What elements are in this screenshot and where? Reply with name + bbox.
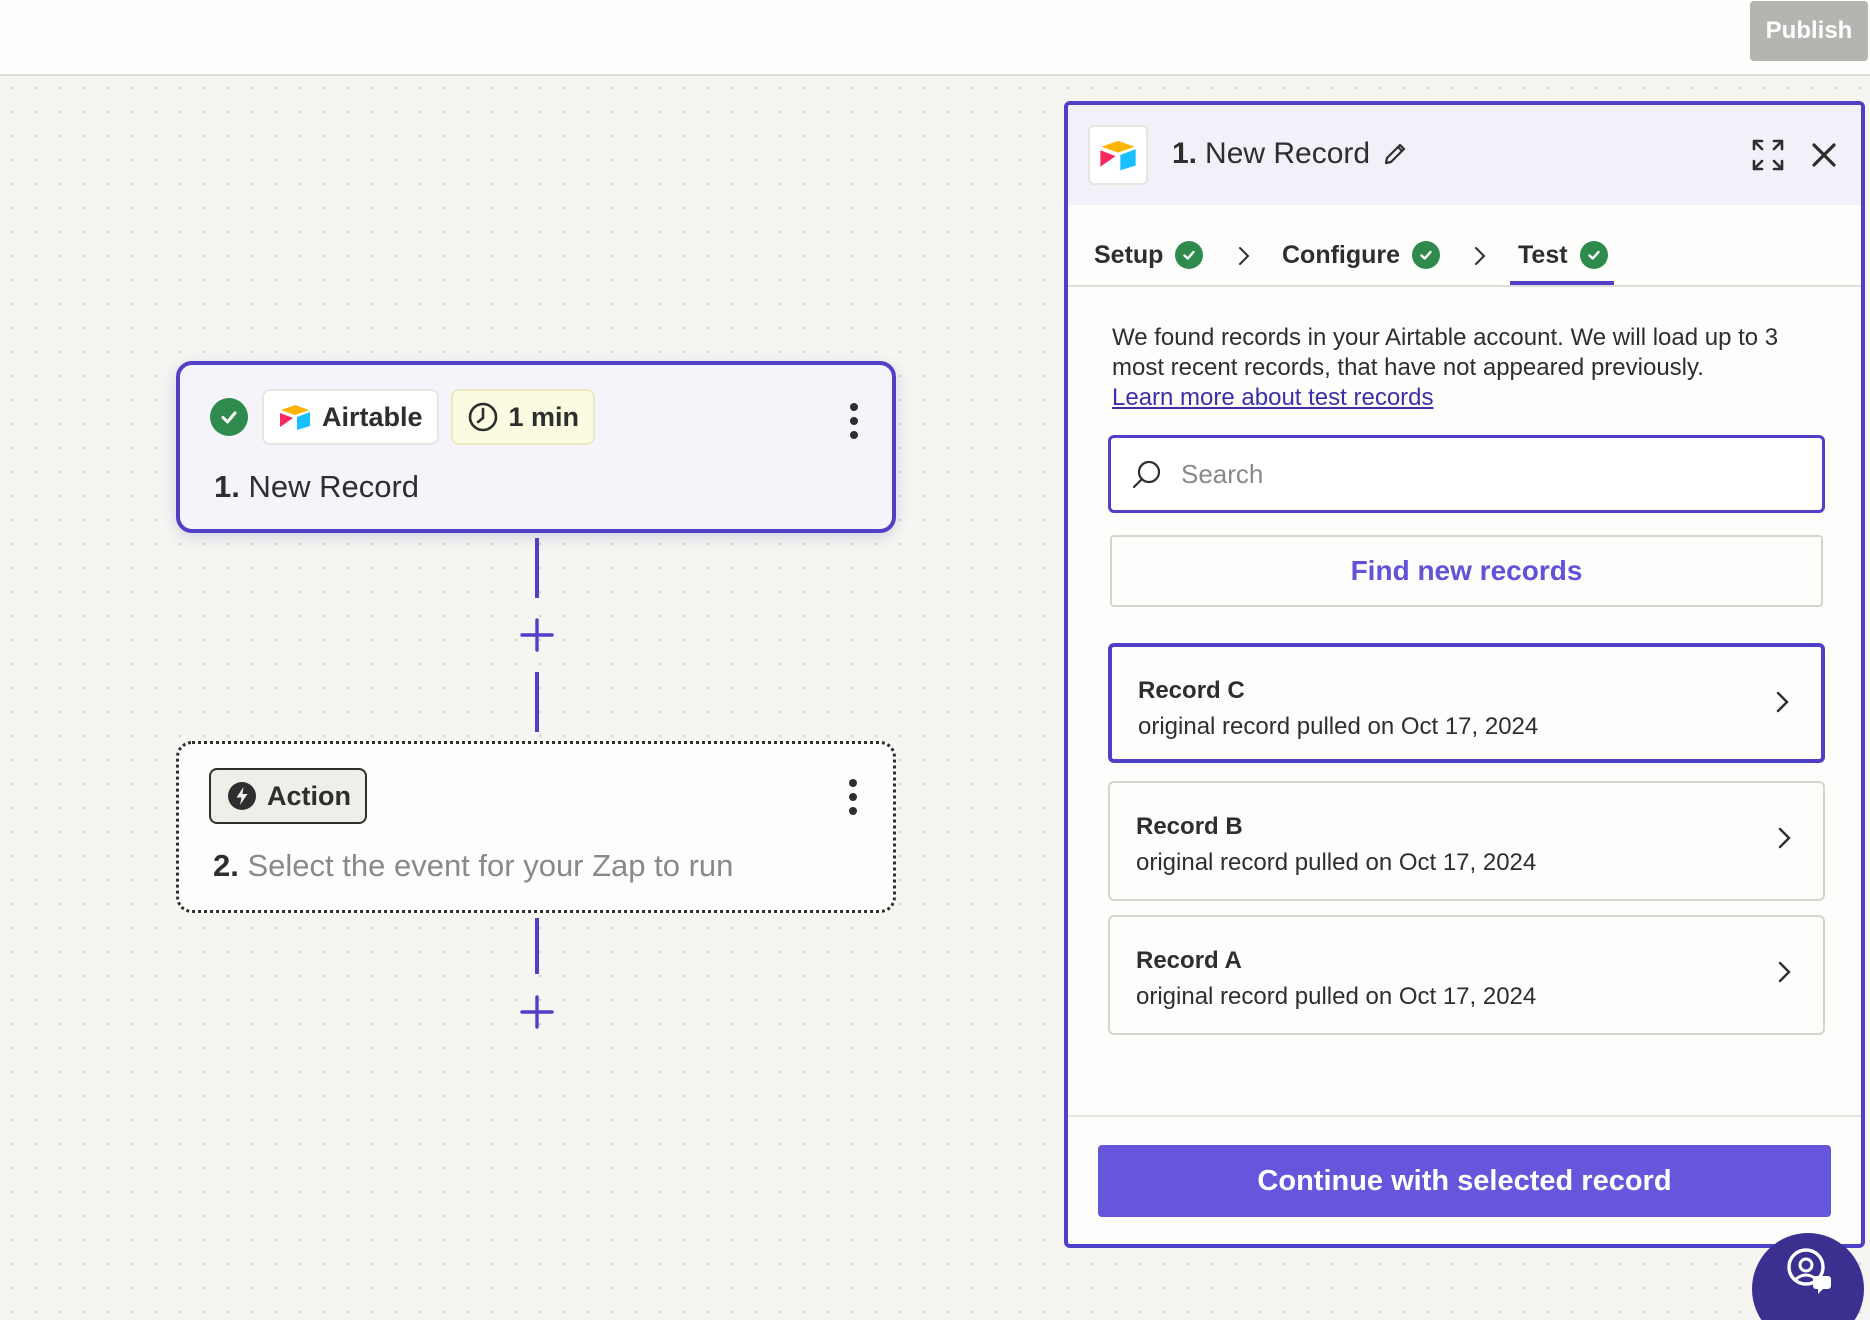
record-meta: original record pulled on Oct 17, 2024 — [1136, 983, 1537, 1010]
test-info-text: We found records in your Airtable accoun… — [1112, 323, 1832, 413]
step-title-text: Select the event for your Zap to run — [247, 848, 734, 883]
info-message: We found records in your Airtable accoun… — [1112, 324, 1779, 381]
chevron-right-icon — [1778, 827, 1791, 849]
record-name: Record C — [1138, 677, 1245, 704]
trigger-step-card[interactable]: Airtable 1 min 1. New Record — [176, 361, 896, 533]
top-bar: Publish — [0, 0, 1870, 76]
continue-with-selected-record-button[interactable]: Continue with selected record — [1098, 1145, 1831, 1217]
check-circle-icon — [1412, 241, 1441, 269]
tab-test[interactable]: Test — [1518, 225, 1608, 285]
time-chip: 1 min — [450, 389, 596, 445]
action-step-title: 2. Select the event for your Zap to run — [213, 848, 733, 884]
connector-line — [535, 538, 539, 598]
step-title-text: New Record — [248, 469, 420, 504]
action-step-card[interactable]: Action 2. Select the event for your Zap … — [176, 741, 896, 913]
active-tab-indicator — [1510, 281, 1614, 285]
app-chip: Airtable — [262, 389, 439, 445]
connector-line — [535, 672, 539, 732]
check-circle-icon — [210, 398, 248, 436]
check-circle-icon — [1175, 241, 1204, 269]
kebab-menu-icon[interactable] — [843, 777, 863, 817]
plus-icon[interactable] — [519, 617, 555, 653]
panel-title[interactable]: 1. New Record — [1172, 137, 1408, 171]
help-icon — [1787, 1248, 1831, 1294]
chevron-right-icon — [1239, 247, 1250, 265]
tab-label: Setup — [1094, 240, 1164, 269]
bolt-icon — [228, 782, 256, 810]
record-meta: original record pulled on Oct 17, 2024 — [1136, 849, 1537, 876]
search-input[interactable] — [1181, 452, 1801, 496]
tab-setup[interactable]: Setup — [1094, 225, 1204, 285]
step-tabs: Setup Configure Test — [1068, 205, 1861, 287]
tab-configure[interactable]: Configure — [1282, 225, 1441, 285]
record-search[interactable] — [1108, 435, 1825, 513]
action-chip: Action — [209, 768, 367, 824]
plus-icon[interactable] — [519, 994, 555, 1030]
action-chip-label: Action — [267, 780, 351, 811]
record-name: Record B — [1136, 813, 1243, 840]
check-circle-icon — [1579, 241, 1608, 269]
panel-step-number: 1. — [1172, 137, 1198, 170]
step-number: 1. — [214, 469, 240, 504]
step-number: 2. — [213, 848, 239, 883]
find-new-records-button[interactable]: Find new records — [1110, 535, 1823, 607]
panel-title-text: New Record — [1205, 137, 1371, 170]
action-card-header: Action — [209, 768, 379, 824]
step-details-panel: 1. New Record Setup Configure Test We fo… — [1064, 101, 1865, 1248]
app-name: Airtable — [322, 401, 423, 432]
trigger-step-title: 1. New Record — [214, 469, 419, 505]
close-icon[interactable] — [1804, 135, 1844, 175]
kebab-menu-icon[interactable] — [844, 401, 864, 441]
expand-icon[interactable] — [1748, 135, 1788, 175]
clock-icon — [468, 402, 497, 432]
trigger-card-header: Airtable 1 min — [210, 389, 607, 445]
time-label: 1 min — [508, 401, 580, 432]
panel-header: 1. New Record — [1068, 105, 1861, 205]
connector-line — [535, 918, 539, 974]
chevron-right-icon — [1776, 691, 1789, 713]
record-item-a[interactable]: Record A original record pulled on Oct 1… — [1108, 915, 1825, 1035]
learn-more-link[interactable]: Learn more about test records — [1112, 384, 1434, 411]
footer-divider — [1068, 1115, 1861, 1117]
record-item-c[interactable]: Record C original record pulled on Oct 1… — [1108, 643, 1825, 763]
airtable-logo-icon — [1088, 125, 1148, 185]
record-item-b[interactable]: Record B original record pulled on Oct 1… — [1108, 781, 1825, 901]
chevron-right-icon — [1475, 247, 1486, 265]
airtable-logo-icon — [280, 405, 310, 430]
record-name: Record A — [1136, 947, 1242, 974]
tab-label: Test — [1518, 240, 1568, 269]
tab-label: Configure — [1282, 240, 1401, 269]
search-icon — [1132, 460, 1161, 489]
record-meta: original record pulled on Oct 17, 2024 — [1138, 713, 1539, 740]
publish-button[interactable]: Publish — [1750, 1, 1868, 61]
chevron-right-icon — [1778, 961, 1791, 983]
pencil-icon[interactable] — [1382, 141, 1408, 167]
